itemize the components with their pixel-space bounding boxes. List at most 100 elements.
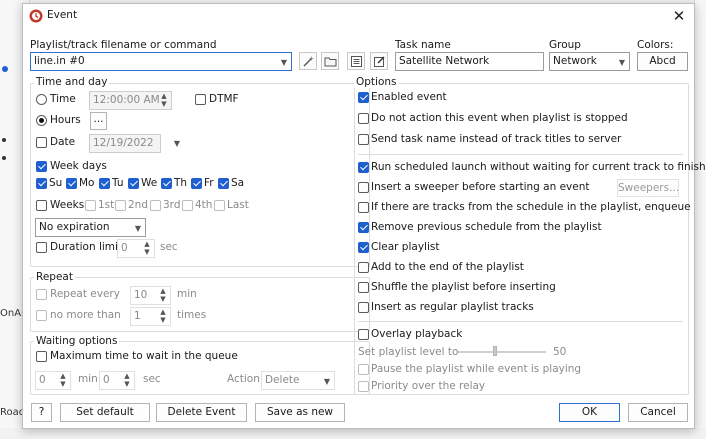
option-checkbox-shuffle[interactable] [358,282,369,293]
week-label-3rd: 3rd [163,199,181,211]
date-label: Date [50,136,76,148]
option-checkbox-enabled-event[interactable] [358,92,369,103]
time-radio[interactable] [36,94,47,105]
expiration-select[interactable]: No expiration ▼ [35,218,146,237]
no-more-than-input[interactable]: 1 ▲ ▼ [130,307,171,326]
chevron-down-icon[interactable]: ▼ [324,375,330,388]
ok-button[interactable]: OK [559,403,620,422]
day-checkbox-su[interactable] [36,178,47,189]
task-name-input[interactable]: Satellite Network [395,52,544,71]
duration-spinner-icon[interactable]: ▲ ▼ [142,240,152,257]
option-checkbox-send-task-name[interactable] [358,134,369,145]
wand-button[interactable] [299,52,317,70]
repeat-every-spinner-icon[interactable]: ▲ ▼ [158,287,168,304]
no-more-than-unit: times [177,309,207,321]
repeat-every-checkbox[interactable] [36,289,47,300]
hours-select-button[interactable]: ... [90,112,107,130]
option-checkbox-overlay-playback[interactable] [358,329,369,340]
duration-input[interactable]: 0 ▲ ▼ [117,239,155,258]
level-slider-track[interactable] [458,351,546,353]
priority-relay-checkbox[interactable] [358,381,369,392]
colors-button[interactable]: Abcd [637,52,688,71]
level-slider-thumb[interactable] [493,346,497,356]
wait-min-input[interactable]: 0 ▲ ▼ [35,371,71,390]
max-wait-checkbox[interactable] [36,351,47,362]
action-select[interactable]: Delete ▼ [261,371,335,390]
sweepers-button[interactable]: Sweepers... [617,179,679,197]
max-wait-label: Maximum time to wait in the queue [50,350,238,362]
option-checkbox-insert-sweeper[interactable] [358,182,369,193]
waiting-options-title: Waiting options [34,335,120,347]
day-checkbox-we[interactable] [128,178,139,189]
option-checkbox-add-to-end[interactable] [358,262,369,273]
chevron-down-icon[interactable]: ▼ [619,56,625,69]
edit-playlist-button[interactable] [370,52,388,70]
option-label-enabled-event: Enabled event [371,91,447,103]
weeks-label: Weeks [50,199,85,211]
option-checkbox-clear-playlist[interactable] [358,242,369,253]
time-spinner-icon[interactable]: ▲ ▼ [159,92,169,109]
playlist-button[interactable] [347,52,365,70]
option-checkbox-do-not-action[interactable] [358,113,369,124]
pause-playlist-checkbox[interactable] [358,364,369,375]
day-checkbox-fr[interactable] [191,178,202,189]
playlist-filename-value: line.in #0 [34,55,85,67]
group-select[interactable]: Network ▼ [549,52,630,71]
save-as-new-button[interactable]: Save as new [255,403,345,422]
set-level-label: Set playlist level to [358,346,459,358]
hours-label: Hours [50,114,81,126]
day-checkbox-tu[interactable] [99,178,110,189]
playlist-filename-combo[interactable]: line.in #0 ▼ [30,52,292,71]
time-and-day-group [30,83,370,267]
duration-limit-checkbox[interactable] [36,242,47,253]
week-checkbox-1st[interactable] [85,200,96,211]
option-checkbox-insert-regular[interactable] [358,302,369,313]
week-label-4th: 4th [195,199,213,211]
week-days-checkbox[interactable] [36,161,47,172]
no-more-than-spinner-icon[interactable]: ▲ ▼ [158,308,168,325]
options-title: Options [354,76,399,88]
dialog-titlebar[interactable]: Event ✕ [23,4,694,28]
day-label-sa: Sa [231,177,245,189]
repeat-every-input[interactable]: 10 ▲ ▼ [130,286,171,305]
time-input[interactable]: 12:00:00 AM ▲ ▼ [89,91,172,110]
day-checkbox-mo[interactable] [66,178,77,189]
background-bullet [2,138,6,142]
chevron-down-icon[interactable]: ▼ [281,56,287,69]
edit-icon [374,56,385,67]
week-checkbox-3rd[interactable] [150,200,161,211]
wait-sec-input[interactable]: 0 ▲ ▼ [99,371,135,390]
week-checkbox-2nd[interactable] [115,200,126,211]
day-checkbox-th[interactable] [161,178,172,189]
dtmf-checkbox[interactable] [195,94,206,105]
background-bottom-bar [0,428,706,439]
option-checkbox-run-without-waiting[interactable] [358,162,369,173]
weeks-checkbox[interactable] [36,200,47,211]
wait-min-spinner-icon[interactable]: ▲ ▼ [58,372,68,389]
colors-label: Colors: [637,39,674,51]
hours-radio[interactable] [36,115,47,126]
help-button[interactable]: ? [31,403,52,422]
date-dropdown-button[interactable]: ▼ [164,134,183,153]
option-label-clear-playlist: Clear playlist [371,241,440,253]
delete-event-button[interactable]: Delete Event [156,403,247,422]
wait-sec-value: 0 [103,374,110,386]
day-checkbox-sa[interactable] [218,178,229,189]
close-icon[interactable]: ✕ [670,7,688,25]
chevron-down-icon: ▼ [173,139,180,148]
wait-sec-spinner-icon[interactable]: ▲ ▼ [122,372,132,389]
priority-relay-label: Priority over the relay [371,380,486,392]
repeat-every-label: Repeat every [50,288,120,300]
set-default-button[interactable]: Set default [60,403,150,422]
browse-folder-button[interactable] [321,52,339,70]
no-more-than-label: no more than [50,309,121,321]
option-checkbox-enqueue[interactable] [358,202,369,213]
week-checkbox-last[interactable] [214,200,225,211]
chevron-down-icon[interactable]: ▼ [135,222,141,235]
cancel-button[interactable]: Cancel [628,403,688,422]
week-checkbox-4th[interactable] [182,200,193,211]
date-checkbox[interactable] [36,137,47,148]
date-input[interactable]: 12/19/2022 [89,134,161,153]
no-more-than-checkbox[interactable] [36,310,47,321]
option-checkbox-remove-previous[interactable] [358,222,369,233]
